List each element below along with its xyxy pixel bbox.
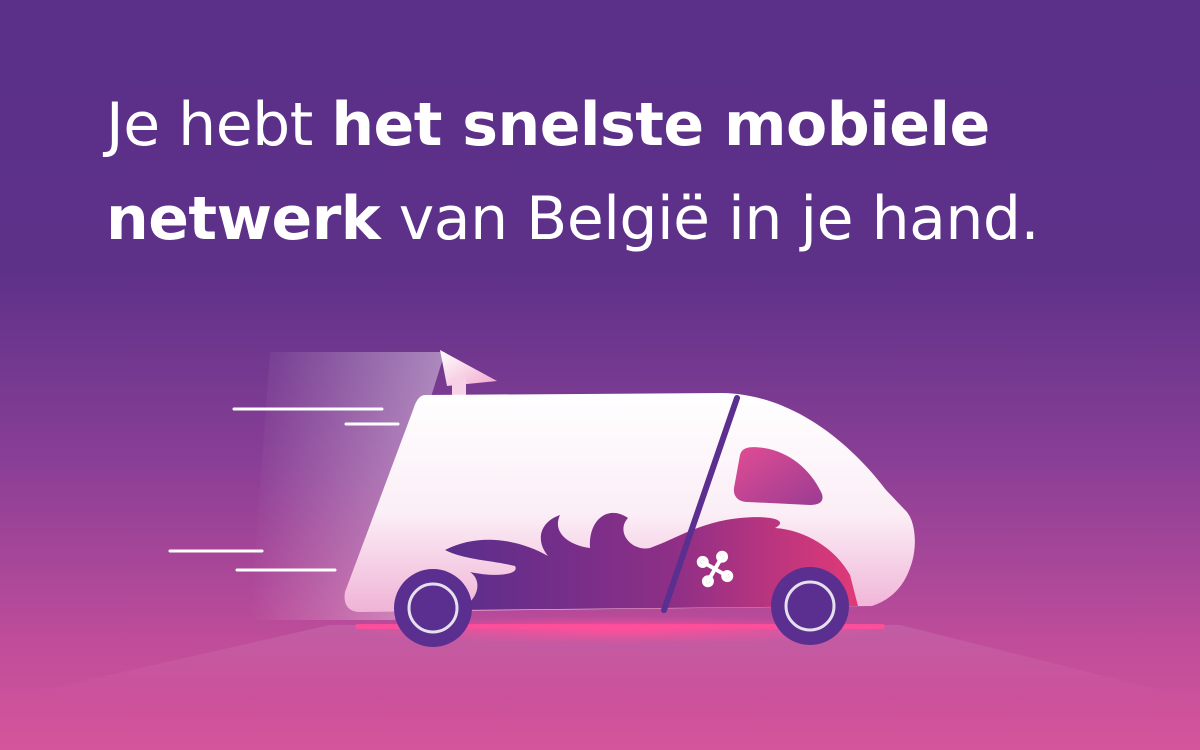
roof-spoiler <box>440 350 497 386</box>
promo-banner: Je hebt het snelste mobiele netwerk van … <box>0 0 1200 750</box>
front-wheel <box>771 567 849 645</box>
van-illustration <box>0 350 1200 700</box>
rear-wheel <box>394 569 472 647</box>
